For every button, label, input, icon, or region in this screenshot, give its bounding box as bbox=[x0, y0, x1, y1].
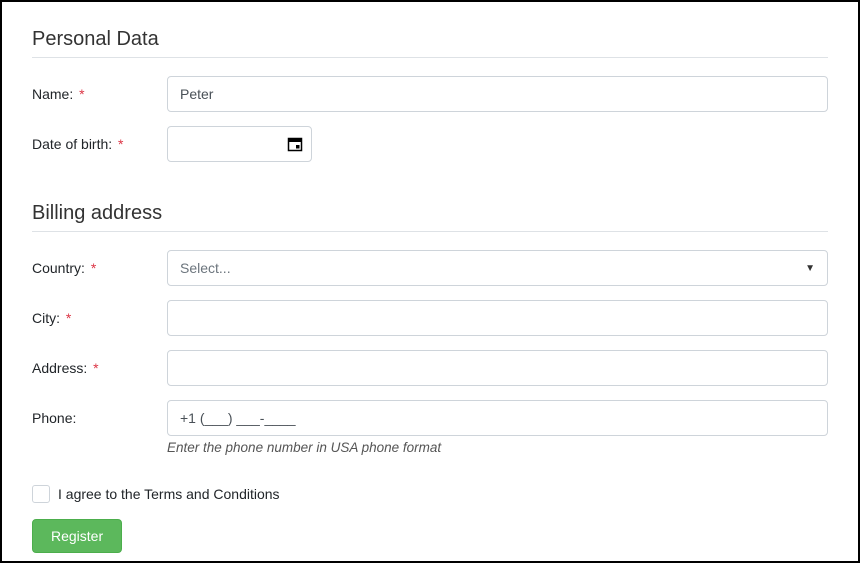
required-marker: * bbox=[79, 86, 84, 102]
dob-field-wrap bbox=[167, 126, 828, 162]
address-label: Address: bbox=[32, 360, 87, 376]
dob-input-group[interactable] bbox=[167, 126, 312, 162]
phone-help-text: Enter the phone number in USA phone form… bbox=[167, 440, 828, 455]
phone-label-wrap: Phone: bbox=[32, 410, 167, 426]
address-field-wrap bbox=[167, 350, 828, 386]
name-input[interactable] bbox=[167, 76, 828, 112]
required-marker: * bbox=[91, 260, 96, 276]
row-country: Country: * Select... ▼ bbox=[32, 250, 828, 286]
dob-input[interactable] bbox=[180, 135, 270, 153]
terms-label: I agree to the Terms and Conditions bbox=[58, 486, 280, 502]
dob-label-wrap: Date of birth: * bbox=[32, 136, 167, 152]
name-field-wrap bbox=[167, 76, 828, 112]
register-button[interactable]: Register bbox=[32, 519, 122, 553]
row-dob: Date of birth: * bbox=[32, 126, 828, 162]
required-marker: * bbox=[93, 360, 98, 376]
dob-label: Date of birth: bbox=[32, 136, 112, 152]
name-label-wrap: Name: * bbox=[32, 86, 167, 102]
terms-checkbox[interactable] bbox=[32, 485, 50, 503]
city-label: City: bbox=[32, 310, 60, 326]
divider bbox=[32, 231, 828, 232]
row-name: Name: * bbox=[32, 76, 828, 112]
chevron-down-icon: ▼ bbox=[805, 263, 815, 274]
row-city: City: * bbox=[32, 300, 828, 336]
city-input[interactable] bbox=[167, 300, 828, 336]
section-title-billing: Billing address bbox=[32, 196, 828, 225]
phone-field-wrap bbox=[167, 400, 828, 436]
city-label-wrap: City: * bbox=[32, 310, 167, 326]
country-select[interactable]: Select... ▼ bbox=[167, 250, 828, 286]
address-input[interactable] bbox=[167, 350, 828, 386]
address-label-wrap: Address: * bbox=[32, 360, 167, 376]
section-title-personal: Personal Data bbox=[32, 22, 828, 51]
city-field-wrap bbox=[167, 300, 828, 336]
country-label-wrap: Country: * bbox=[32, 260, 167, 276]
name-label: Name: bbox=[32, 86, 73, 102]
phone-label: Phone: bbox=[32, 410, 76, 426]
country-field-wrap: Select... ▼ bbox=[167, 250, 828, 286]
required-marker: * bbox=[118, 136, 123, 152]
calendar-icon[interactable] bbox=[287, 136, 303, 152]
phone-input[interactable] bbox=[167, 400, 828, 436]
terms-row: I agree to the Terms and Conditions bbox=[32, 485, 828, 503]
row-phone: Phone: bbox=[32, 400, 828, 436]
divider bbox=[32, 57, 828, 58]
form-container: Personal Data Name: * Date of birth: * bbox=[0, 0, 860, 563]
country-placeholder: Select... bbox=[180, 260, 231, 276]
required-marker: * bbox=[66, 310, 71, 326]
row-address: Address: * bbox=[32, 350, 828, 386]
country-label: Country: bbox=[32, 260, 85, 276]
